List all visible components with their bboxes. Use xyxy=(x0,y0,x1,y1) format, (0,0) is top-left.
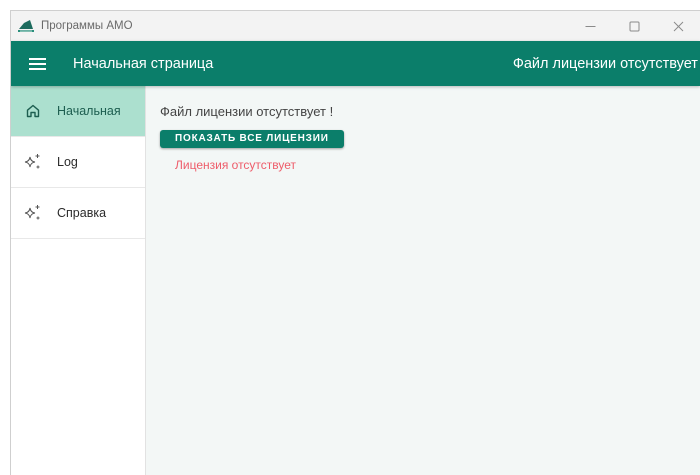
sidebar-item-help[interactable]: Справка xyxy=(11,188,145,239)
minimize-button[interactable] xyxy=(568,11,612,41)
main-area: Начальная Log Справка Файл лицензии отсу… xyxy=(11,86,700,475)
license-status-header: Файл лицензии отсутствует ! xyxy=(512,55,700,72)
title-bar[interactable]: Программы АМО xyxy=(11,11,700,41)
app-window: Программы АМО Начальная страница Файл ли… xyxy=(10,10,700,475)
window-controls xyxy=(568,11,700,41)
sidebar-item-label: Log xyxy=(57,155,78,169)
minimize-icon xyxy=(585,25,595,27)
maximize-button[interactable] xyxy=(612,11,656,41)
close-icon xyxy=(673,21,683,31)
maximize-icon xyxy=(629,21,639,31)
hamburger-icon xyxy=(28,57,46,70)
sidebar-item-log[interactable]: Log xyxy=(11,137,145,188)
sparkle-icon xyxy=(23,152,43,172)
menu-button[interactable] xyxy=(25,54,49,74)
window-title: Программы АМО xyxy=(41,20,133,32)
sparkle-icon xyxy=(23,203,43,223)
home-icon xyxy=(23,101,43,121)
page-title: Начальная страница xyxy=(73,55,214,72)
sidebar: Начальная Log Справка xyxy=(11,86,146,475)
close-button[interactable] xyxy=(656,11,700,41)
app-logo-icon xyxy=(18,20,34,32)
sidebar-item-label: Начальная xyxy=(57,104,121,118)
license-missing-message: Файл лицензии отсутствует ! xyxy=(160,104,334,119)
license-status-text: Лицензия отсутствует xyxy=(175,158,297,172)
app-bar: Начальная страница Файл лицензии отсутст… xyxy=(11,41,700,86)
show-all-licenses-button[interactable]: показать все лицензии xyxy=(160,130,344,148)
content-panel: Файл лицензии отсутствует ! показать все… xyxy=(146,86,700,475)
sidebar-item-home[interactable]: Начальная xyxy=(11,86,145,137)
sidebar-item-label: Справка xyxy=(57,206,107,220)
